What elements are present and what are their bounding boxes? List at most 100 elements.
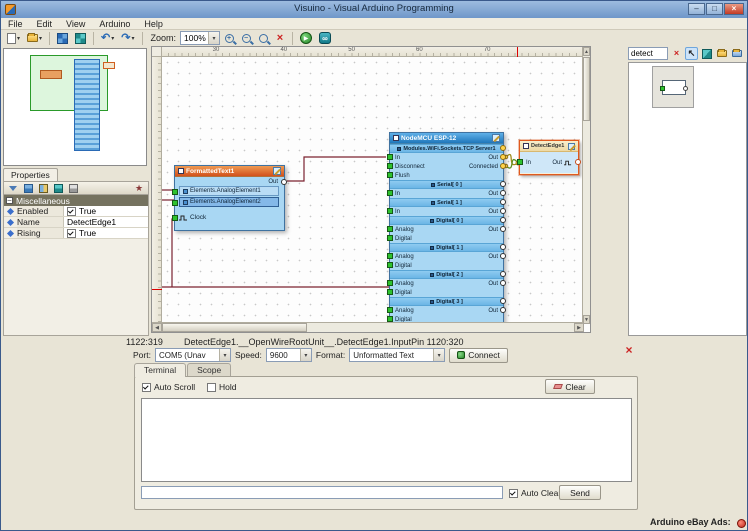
input-pin[interactable] [387, 163, 393, 169]
maximize-button[interactable]: □ [706, 3, 723, 15]
sort-alpha-button[interactable] [22, 182, 34, 194]
block-header[interactable]: DetectEdge1 [520, 141, 578, 152]
speed-combobox[interactable]: 9600▾ [266, 348, 312, 362]
nodemcu-row[interactable]: Analog Out [390, 225, 503, 234]
output-pin[interactable] [500, 145, 506, 151]
nodemcu-row[interactable]: Digital[ 0 ] [390, 216, 503, 225]
sort-category-button[interactable] [37, 182, 49, 194]
send-button[interactable]: Send [559, 485, 601, 500]
connect-button[interactable]: Connect [449, 348, 508, 363]
menu-help[interactable]: Help [137, 18, 170, 30]
property-value[interactable]: DetectEdge1 [64, 217, 148, 227]
scroll-down-icon[interactable]: ▼ [583, 315, 590, 324]
nodemcu-row[interactable]: Serial[ 1 ] [390, 198, 503, 207]
output-pin[interactable] [500, 154, 506, 160]
analog-element-2[interactable]: Elements.AnalogElement2 [179, 197, 279, 207]
rising-checkbox[interactable] [67, 229, 76, 238]
menu-view[interactable]: View [59, 18, 92, 30]
property-row-name[interactable]: Name DetectEdge1 [4, 217, 148, 228]
filter-button[interactable] [7, 182, 19, 194]
expand-all-button[interactable] [52, 182, 64, 194]
nodemcu-row[interactable]: In Out [390, 189, 503, 198]
vertical-scrollbar[interactable]: ▲ ▼ [582, 47, 590, 324]
input-pin[interactable] [172, 200, 178, 206]
detectedge1-block[interactable]: DetectEdge1 In Out [519, 140, 579, 175]
hold-checkbox[interactable]: Hold [207, 382, 236, 392]
wizard-button[interactable]: ★ [133, 182, 145, 194]
nodemcu-row[interactable]: Analog Out [390, 252, 503, 261]
menu-file[interactable]: File [1, 18, 30, 30]
boards-button[interactable] [54, 31, 71, 46]
vertical-scroll-thumb[interactable] [583, 57, 590, 121]
horizontal-scrollbar[interactable]: ◀ ▶ [152, 322, 584, 332]
output-pin[interactable] [500, 298, 506, 304]
ads-badge-icon[interactable] [737, 519, 746, 528]
zoom-reset-button[interactable] [255, 31, 271, 46]
input-pin[interactable] [517, 159, 523, 165]
nodemcu-row[interactable]: Digital [390, 288, 503, 297]
component-list[interactable] [628, 62, 747, 336]
clock-input-pin[interactable] [172, 215, 178, 221]
flat-view-button[interactable] [730, 47, 743, 60]
property-value[interactable]: True [64, 206, 148, 216]
input-pin[interactable] [387, 280, 393, 286]
component-item-thumbnail[interactable] [652, 66, 694, 108]
new-project-button[interactable]: ▾ [4, 31, 23, 46]
scroll-left-icon[interactable]: ◀ [152, 323, 162, 332]
formattedtext1-block[interactable]: FormattedText1 Out Elements.AnalogElemen… [174, 165, 285, 231]
scroll-up-icon[interactable]: ▲ [583, 47, 590, 56]
zoom-out-button[interactable]: − [238, 31, 254, 46]
tab-terminal[interactable]: Terminal [134, 363, 186, 377]
nodemcu-block[interactable]: NodeMCU ESP-12 Modules.WiFi.Sockets.TCP … [389, 132, 504, 332]
nodemcu-row[interactable]: Digital [390, 234, 503, 243]
pointer-tool-button[interactable]: ↖ [685, 47, 698, 60]
format-combobox[interactable]: Unformatted Text▾ [349, 348, 445, 362]
upload-button[interactable]: ▶ [297, 31, 315, 46]
zoom-combobox[interactable]: 100%▾ [180, 31, 220, 45]
input-pin[interactable] [387, 190, 393, 196]
scroll-right-icon[interactable]: ▶ [574, 323, 584, 332]
property-value[interactable]: True [64, 228, 148, 238]
input-pin[interactable] [172, 189, 178, 195]
enabled-checkbox[interactable] [67, 207, 76, 216]
output-pin[interactable] [500, 307, 506, 313]
auto-scroll-checkbox[interactable]: Auto Scroll [142, 382, 195, 392]
nodemcu-row[interactable]: Analog Out [390, 306, 503, 315]
titlebar[interactable]: Visuino - Visual Arduino Programming – □… [1, 1, 747, 18]
input-pin[interactable] [387, 172, 393, 178]
output-pin[interactable] [500, 163, 506, 169]
collapse-icon[interactable]: – [6, 197, 13, 204]
port-combobox[interactable]: COM5 (Unav▾ [155, 348, 231, 362]
output-pin[interactable] [500, 226, 506, 232]
analog-element-1[interactable]: Elements.AnalogElement1 [179, 186, 279, 196]
input-pin[interactable] [387, 307, 393, 313]
collapse-all-button[interactable] [67, 182, 79, 194]
input-pin[interactable] [387, 289, 393, 295]
wiring-tool-button[interactable] [700, 47, 713, 60]
output-pin[interactable] [500, 280, 506, 286]
output-pin[interactable] [500, 190, 506, 196]
output-pin[interactable] [500, 271, 506, 277]
input-pin[interactable] [387, 226, 393, 232]
component-search-input[interactable] [628, 47, 668, 60]
output-pin[interactable] [500, 199, 506, 205]
output-pin[interactable] [500, 181, 506, 187]
clock-pin-row[interactable]: Clock [175, 212, 284, 223]
undo-button[interactable]: ↶▾ [98, 31, 117, 46]
input-pin[interactable] [387, 235, 393, 241]
close-button[interactable]: × [724, 3, 744, 15]
input-pin[interactable] [387, 208, 393, 214]
design-canvas[interactable]: FormattedText1 Out Elements.AnalogElemen… [151, 46, 591, 333]
clear-search-button[interactable]: × [670, 47, 683, 60]
property-category-row[interactable]: – Miscellaneous [4, 195, 148, 206]
nodemcu-row[interactable]: Digital[ 2 ] [390, 270, 503, 279]
tab-scope[interactable]: Scope [187, 363, 231, 377]
zoom-in-button[interactable]: + [221, 31, 237, 46]
horizontal-scroll-thumb[interactable] [162, 323, 307, 332]
terminal-output[interactable] [141, 398, 632, 482]
block-header[interactable]: NodeMCU ESP-12 [390, 133, 503, 144]
delete-button[interactable]: × [272, 31, 288, 46]
edit-pencil-icon[interactable] [273, 167, 281, 175]
nodemcu-row[interactable]: Modules.WiFi.Sockets.TCP Server1 [390, 144, 503, 153]
overview-minimap[interactable] [3, 48, 147, 166]
